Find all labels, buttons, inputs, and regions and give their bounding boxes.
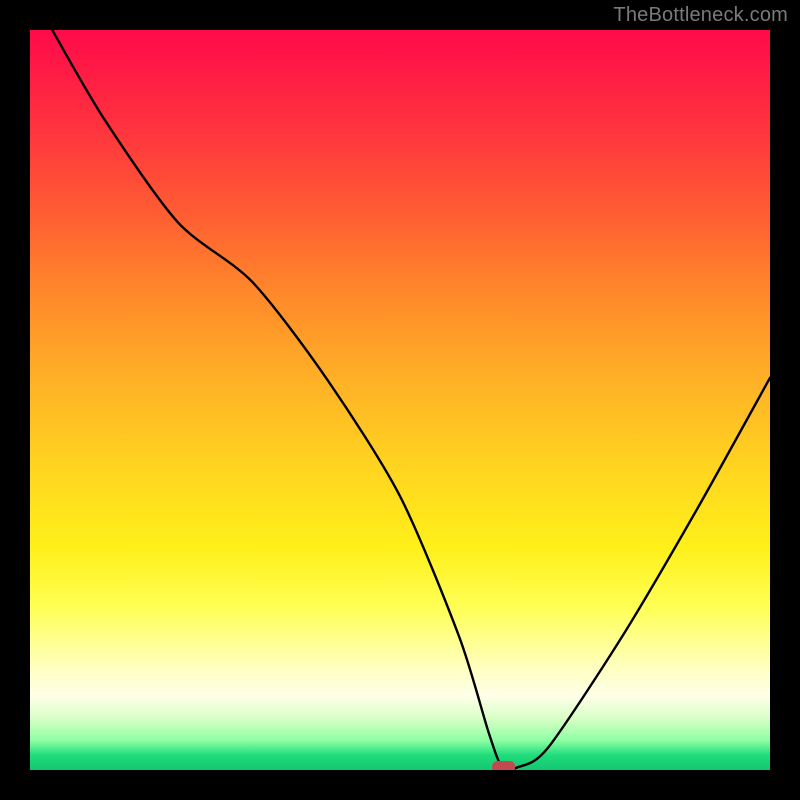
plot-area — [30, 30, 770, 770]
curve-svg — [30, 30, 770, 770]
chart-frame: TheBottleneck.com — [0, 0, 800, 800]
bottleneck-curve — [52, 30, 770, 770]
watermark-text: TheBottleneck.com — [613, 4, 788, 27]
optimal-point-marker — [493, 762, 515, 770]
